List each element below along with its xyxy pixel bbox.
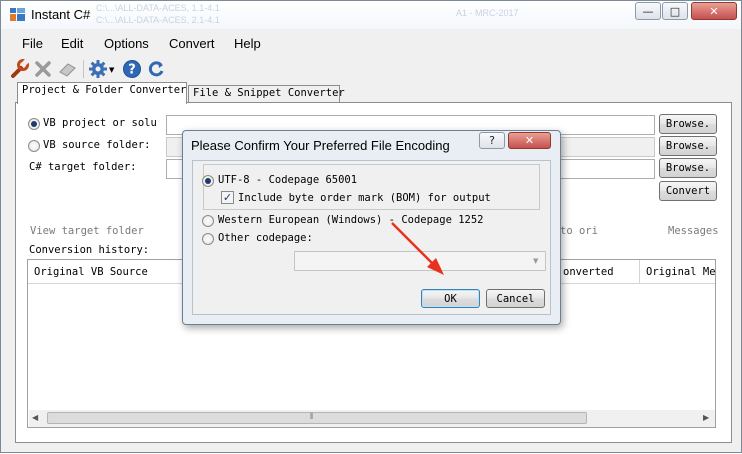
dialog-close-button[interactable]: ✕	[508, 132, 551, 149]
gear-icon[interactable]	[88, 59, 108, 79]
scrollbar-thumb[interactable]: ⦀	[47, 412, 587, 424]
encoding-dialog: Please Confirm Your Preferred File Encod…	[182, 130, 561, 325]
title-bar[interactable]: Instant C# C:\...\ALL-DATA-ACES, 1.1-4.1…	[1, 1, 741, 29]
minimize-icon: —	[642, 4, 654, 18]
eraser-icon[interactable]	[58, 59, 78, 79]
menu-file[interactable]: File	[22, 36, 43, 51]
view-target-folder-link[interactable]: View target folder	[30, 225, 144, 237]
app-icon	[10, 8, 25, 21]
menu-edit[interactable]: Edit	[61, 36, 83, 51]
messages-label: Messages	[668, 225, 719, 237]
tab-project-folder-converter[interactable]: Project & Folder Converter	[17, 82, 187, 104]
close-icon: ✕	[709, 4, 719, 18]
chevron-down-icon: ▼	[533, 257, 539, 265]
svg-text:?: ?	[128, 63, 136, 78]
scroll-right-icon[interactable]: ▶	[703, 413, 709, 422]
column-header-original-vb-source[interactable]: Original VB Source	[28, 260, 186, 284]
bom-option-label[interactable]: Include byte order mark (BOM) for output	[238, 192, 491, 204]
menu-options[interactable]: Options	[104, 36, 149, 51]
dialog-body: UTF-8 - Codepage 65001 ✓ Include byte or…	[192, 160, 551, 315]
toolbar-separator	[83, 60, 84, 78]
vb-source-label: VB source folder:	[43, 139, 151, 151]
minimize-button[interactable]: —	[635, 2, 661, 20]
convert-button[interactable]: Convert	[659, 181, 717, 201]
to-ori-label: to ori	[560, 225, 598, 237]
chevron-down-icon[interactable]: ▼	[109, 66, 114, 74]
main-window: Instant C# C:\...\ALL-DATA-ACES, 1.1-4.1…	[0, 0, 742, 453]
delete-x-icon[interactable]	[33, 59, 53, 79]
refresh-icon[interactable]	[146, 59, 166, 79]
help-icon[interactable]: ?	[122, 59, 142, 79]
western-european-option-label[interactable]: Western European (Windows) - Codepage 12…	[218, 214, 484, 226]
toolbar: ▼ ?	[2, 56, 740, 82]
column-header-converted[interactable]: onverted	[557, 260, 640, 284]
ok-button[interactable]: OK	[421, 289, 480, 308]
utf8-option-label[interactable]: UTF-8 - Codepage 65001	[218, 174, 357, 186]
vb-project-radio[interactable]	[28, 118, 40, 130]
maximize-button[interactable]: □	[662, 2, 688, 20]
scroll-left-icon[interactable]: ◀	[32, 413, 38, 422]
grip-icon: ⦀	[310, 412, 314, 421]
western-european-radio[interactable]	[202, 215, 214, 227]
column-header-original-messages[interactable]: Original Mes	[640, 260, 715, 284]
horizontal-scrollbar[interactable]: ◀ ⦀ ▶	[29, 410, 715, 427]
browse-button[interactable]: Browse.	[659, 158, 717, 178]
vb-project-label: VB project or solu	[43, 117, 157, 129]
menu-bar: File Edit Options Convert Help	[2, 31, 740, 55]
other-codepage-option-label[interactable]: Other codepage:	[218, 232, 313, 244]
cancel-button[interactable]: Cancel	[486, 289, 545, 308]
title-ghost-text: C:\...\ALL-DATA-ACES, 2.1-4.1	[96, 15, 220, 25]
dialog-title: Please Confirm Your Preferred File Encod…	[191, 138, 450, 153]
close-icon: ✕	[524, 134, 535, 147]
cs-target-label: C# target folder:	[29, 161, 137, 173]
maximize-icon: □	[669, 4, 681, 18]
browse-button[interactable]: Browse.	[659, 136, 717, 156]
window-title: Instant C#	[31, 7, 91, 22]
bom-checkbox[interactable]: ✓	[221, 191, 234, 204]
title-ghost-text: A1 - MRC-2017	[456, 8, 519, 18]
browse-button[interactable]: Browse.	[659, 114, 717, 134]
other-codepage-radio[interactable]	[202, 233, 214, 245]
wrench-icon[interactable]	[10, 59, 30, 79]
utf8-radio[interactable]	[202, 175, 214, 187]
menu-convert[interactable]: Convert	[169, 36, 215, 51]
conversion-history-label: Conversion history:	[29, 244, 150, 256]
help-icon: ?	[489, 134, 495, 147]
vb-source-radio[interactable]	[28, 140, 40, 152]
dialog-help-button[interactable]: ?	[479, 132, 505, 149]
codepage-select[interactable]: ▼	[294, 251, 546, 271]
title-ghost-text: C:\...\ALL-DATA-ACES, 1.1-4.1	[96, 3, 220, 13]
menu-help[interactable]: Help	[234, 36, 261, 51]
close-button[interactable]: ✕	[691, 2, 737, 20]
